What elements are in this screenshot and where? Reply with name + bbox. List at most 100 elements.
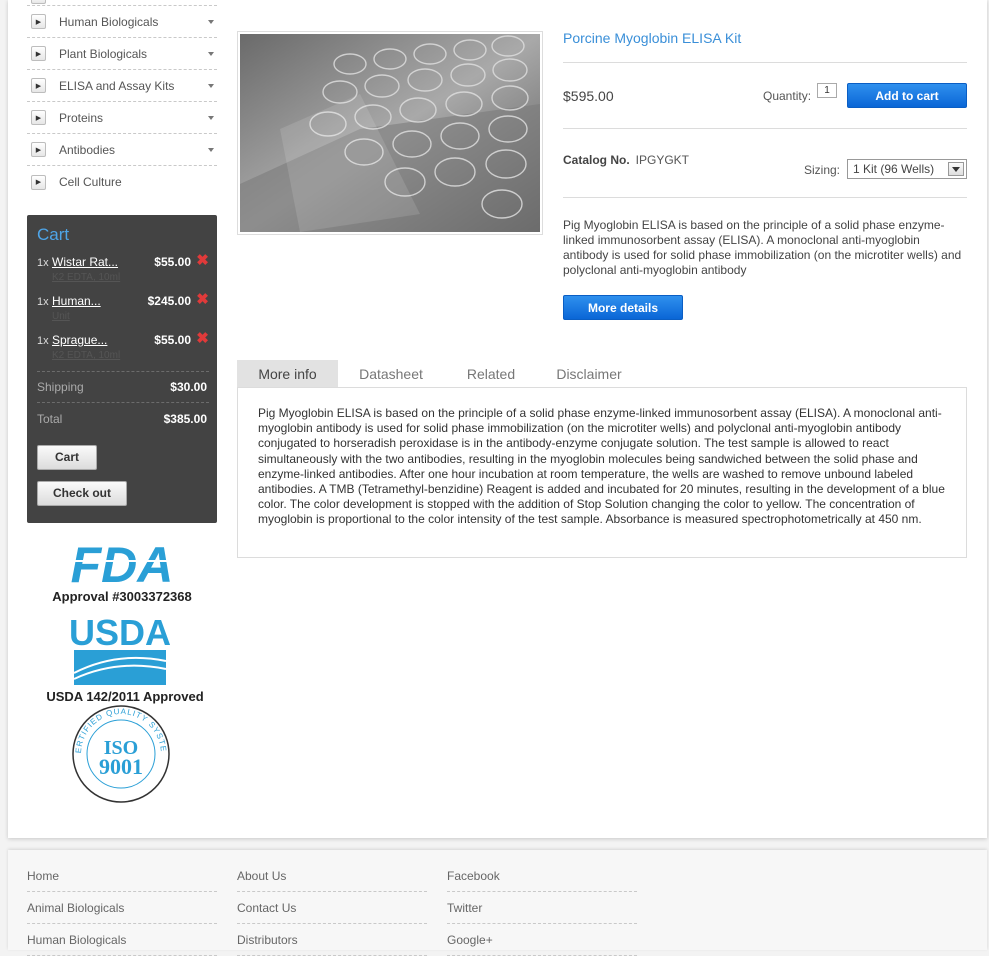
sidebar-item-cell-culture[interactable]: ▶ Cell Culture — [27, 166, 217, 198]
divider — [37, 402, 209, 403]
footer-link-google-plus[interactable]: Google+ — [447, 924, 637, 956]
remove-icon[interactable]: ✖ — [196, 331, 209, 346]
remove-icon[interactable]: ✖ — [196, 253, 209, 268]
tab-related[interactable]: Related — [455, 360, 527, 388]
footer-link-distributors[interactable]: Distributors — [237, 924, 427, 956]
sizing-select[interactable]: 1 Kit (96 Wells) — [847, 159, 967, 179]
sidebar-item-plant-biologicals[interactable]: ▶ Plant Biologicals — [27, 38, 217, 70]
arrow-right-icon: ▶ — [31, 14, 46, 29]
sidebar-item-label: Human Biologicals — [59, 14, 159, 29]
arrow-right-icon: ▶ — [31, 110, 46, 125]
footer-column-company: About Us Contact Us Distributors — [237, 860, 427, 956]
more-details-button[interactable]: More details — [563, 295, 683, 320]
arrow-right-icon: ▶ — [31, 174, 46, 190]
footer-link-human-biologicals[interactable]: Human Biologicals — [27, 924, 217, 956]
cart-item-qty: 1x — [37, 296, 49, 308]
cart-item: 1x Wistar Rat... K2 EDTA, 10ml $55.00 ✖ — [37, 253, 209, 292]
cart-button[interactable]: Cart — [37, 445, 97, 470]
cart-item: 1x Sprague... K2 EDTA, 10ml $55.00 ✖ — [37, 331, 209, 370]
sidebar: ▶ Human Biologicals ▶ Plant Biologicals … — [27, 0, 217, 204]
checkout-button[interactable]: Check out — [37, 481, 127, 506]
cart-total: Total $385.00 — [37, 412, 207, 426]
cart-item-variant[interactable]: K2 EDTA, 10ml — [52, 272, 120, 283]
category-list: ▶ Human Biologicals ▶ Plant Biologicals … — [27, 0, 217, 198]
cart-item-qty: 1x — [37, 335, 49, 347]
cart-shipping: Shipping $30.00 — [37, 380, 207, 394]
remove-icon[interactable]: ✖ — [196, 292, 209, 307]
product-title: Porcine Myoglobin ELISA Kit — [563, 30, 742, 46]
footer-link-twitter[interactable]: Twitter — [447, 892, 637, 924]
sidebar-item-proteins[interactable]: ▶ Proteins — [27, 102, 217, 134]
usda-logo-text: USDA — [69, 612, 171, 653]
cart-item-link[interactable]: Sprague... — [52, 333, 107, 347]
arrow-right-icon: ▶ — [31, 46, 46, 61]
footer-link-home[interactable]: Home — [27, 860, 217, 892]
footer-column-main: Home Animal Biologicals Human Biological… — [27, 860, 217, 956]
chevron-down-icon[interactable] — [208, 116, 214, 120]
cart-item-price: $245.00 — [147, 294, 191, 308]
footer: Home Animal Biologicals Human Biological… — [8, 850, 987, 956]
add-to-cart-button[interactable]: Add to cart — [847, 83, 967, 108]
footer-link-contact-us[interactable]: Contact Us — [237, 892, 427, 924]
sidebar-item-elisa-kits[interactable]: ▶ ELISA and Assay Kits — [27, 70, 217, 102]
fda-logo-text: FDA — [71, 537, 174, 593]
total-label: Total — [37, 412, 63, 426]
footer-link-animal-biologicals[interactable]: Animal Biologicals — [27, 892, 217, 924]
catalog-number: Catalog No. IPGYGKT — [563, 153, 689, 167]
total-value: $385.00 — [163, 412, 207, 426]
cart-item-variant[interactable]: Unit — [52, 311, 70, 322]
chevron-down-icon[interactable] — [208, 20, 214, 24]
cart-item-link[interactable]: Human... — [52, 294, 101, 308]
fda-approval-text: Approval #3003372368 — [52, 589, 191, 604]
chevron-down-icon[interactable] — [208, 148, 214, 152]
badges-graphic: FDA Approval #3003372368 USDA USDA 142/2… — [23, 526, 204, 803]
cart-item: 1x Human... Unit $245.00 ✖ — [37, 292, 209, 331]
cart-item-price: $55.00 — [154, 333, 191, 347]
sidebar-item-label: Antibodies — [59, 142, 116, 157]
sidebar-item-label: Plant Biologicals — [59, 46, 148, 61]
arrow-right-icon: ▶ — [31, 142, 46, 157]
divider — [37, 371, 209, 372]
sidebar-item-human-biologicals[interactable]: ▶ Human Biologicals — [27, 6, 217, 38]
arrow-right-icon: ▶ — [31, 78, 46, 93]
elisa-plate-photo — [240, 34, 540, 232]
footer-column-social: Facebook Twitter Google+ — [447, 860, 637, 956]
sidebar-item-antibodies[interactable]: ▶ Antibodies — [27, 134, 217, 166]
usda-logo: USDA USDA 142/2011 Approved — [46, 612, 203, 704]
arrow-right-icon — [31, 0, 46, 4]
product-image[interactable] — [237, 31, 543, 235]
product-short-description: Pig Myoglobin ELISA is based on the prin… — [563, 218, 962, 277]
footer-link-facebook[interactable]: Facebook — [447, 860, 637, 892]
sizing-selected-value: 1 Kit (96 Wells) — [853, 162, 935, 176]
cart-title: Cart — [37, 225, 70, 244]
cart-item-qty: 1x — [37, 257, 49, 269]
sidebar-item-label: ELISA and Assay Kits — [59, 78, 175, 93]
chevron-down-icon[interactable] — [208, 52, 214, 56]
usda-approval-text: USDA 142/2011 Approved — [46, 689, 203, 704]
footer-link-about-us[interactable]: About Us — [237, 860, 427, 892]
sizing-label: Sizing: — [804, 163, 841, 177]
more-info-text: Pig Myoglobin ELISA is based on the prin… — [258, 406, 945, 527]
cart-item-variant[interactable]: K2 EDTA, 10ml — [52, 350, 120, 361]
quantity-label: Quantity: — [763, 89, 812, 103]
sidebar-item-label: Proteins — [59, 110, 104, 125]
divider — [563, 62, 967, 63]
chevron-down-icon[interactable] — [208, 84, 214, 88]
divider — [563, 128, 967, 129]
certification-badges: FDA Approval #3003372368 USDA USDA 142/2… — [23, 526, 217, 806]
tab-disclaimer[interactable]: Disclaimer — [547, 360, 631, 388]
cart-item-link[interactable]: Wistar Rat... — [52, 255, 118, 269]
fda-logo: FDA Approval #3003372368 — [52, 537, 191, 604]
tab-more-info[interactable]: More info — [237, 360, 338, 388]
divider — [563, 197, 967, 198]
catalog-label: Catalog No. — [563, 153, 630, 167]
page-container: ▶ Human Biologicals ▶ Plant Biologicals … — [8, 0, 987, 838]
chevron-down-icon[interactable] — [948, 162, 964, 176]
cart-item-price: $55.00 — [154, 255, 191, 269]
tab-panel-more-info: Pig Myoglobin ELISA is based on the prin… — [237, 387, 967, 558]
quantity-input[interactable] — [817, 83, 837, 98]
tab-datasheet[interactable]: Datasheet — [347, 360, 435, 388]
product-price: $595.00 — [563, 88, 614, 104]
cart-block: Cart 1x Wistar Rat... K2 EDTA, 10ml $55.… — [27, 215, 217, 523]
shipping-value: $30.00 — [170, 380, 207, 394]
